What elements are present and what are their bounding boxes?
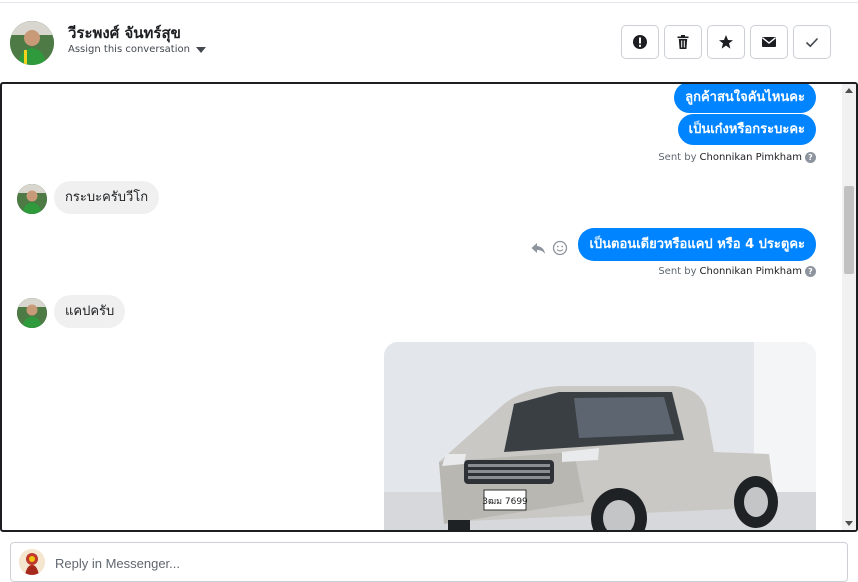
alert-icon (633, 35, 647, 49)
assign-label: Assign this conversation (68, 44, 190, 55)
incoming-message: กระบะครับวีโก (54, 181, 160, 214)
mark-unread-button[interactable] (750, 25, 788, 59)
message-thread[interactable]: ลูกค้าสนใจคันไหนคะ เป็นเก๋งหรือกระบะคะ S… (0, 82, 858, 532)
outgoing-message: เป็นตอนเดียวหรือแคป หรือ 4 ประตูคะ (578, 228, 816, 261)
reply-arrow-icon[interactable] (530, 240, 546, 256)
help-icon[interactable]: ? (805, 266, 816, 277)
incoming-message: แคปครับ (54, 295, 126, 328)
message-tools (530, 240, 568, 256)
sender-name: Chonnikan Pimkham (699, 152, 802, 163)
truck-image: 3ฒม 7699 (384, 342, 816, 530)
mark-done-button[interactable] (793, 25, 831, 59)
delete-button[interactable] (664, 25, 702, 59)
outgoing-message: เป็นเก๋งหรือกระบะคะ (677, 114, 816, 145)
caret-down-icon (195, 46, 206, 53)
emoji-reaction-icon[interactable] (552, 240, 568, 256)
avatar-photo (17, 184, 47, 214)
help-icon[interactable]: ? (805, 152, 816, 163)
scroll-up-icon[interactable] (845, 88, 853, 93)
contact-avatar-small[interactable] (17, 184, 47, 214)
conversation-header: วีระพงศ์ จันทร์สุข Assign this conversat… (0, 3, 858, 82)
envelope-icon (762, 37, 776, 47)
page-avatar (19, 549, 45, 575)
sent-by-label: Sent by Chonnikan Pimkham ? (658, 266, 816, 277)
star-button[interactable] (707, 25, 745, 59)
scrollbar-thumb[interactable] (844, 186, 854, 274)
outgoing-message: ลูกค้าสนใจคันไหนคะ (674, 84, 816, 113)
license-plate-text: 3ฒม 7699 (482, 497, 528, 507)
sent-by-label: Sent by Chonnikan Pimkham ? (658, 152, 816, 163)
scroll-down-icon[interactable] (845, 521, 853, 526)
contact-avatar-small[interactable] (17, 298, 47, 328)
check-icon (805, 37, 819, 48)
avatar-photo (17, 298, 47, 328)
mark-spam-button[interactable] (621, 25, 659, 59)
sender-name: Chonnikan Pimkham (699, 266, 802, 277)
conversation-actions (621, 25, 831, 59)
reply-input[interactable] (55, 551, 835, 575)
contact-name: วีระพงศ์ จันทร์สุข (68, 24, 181, 42)
page-avatar-photo (19, 549, 45, 575)
assign-conversation-dropdown[interactable]: Assign this conversation (68, 44, 206, 55)
sent-by-prefix: Sent by (658, 152, 697, 163)
avatar-photo (10, 21, 54, 65)
reply-bar (10, 542, 848, 582)
trash-icon (677, 35, 689, 49)
star-icon (719, 35, 733, 49)
pickup-truck-photo[interactable]: 3ฒม 7699 (384, 342, 816, 530)
contact-avatar[interactable] (10, 21, 54, 65)
thread-scrollbar[interactable] (842, 84, 856, 530)
sent-by-prefix: Sent by (658, 266, 697, 277)
